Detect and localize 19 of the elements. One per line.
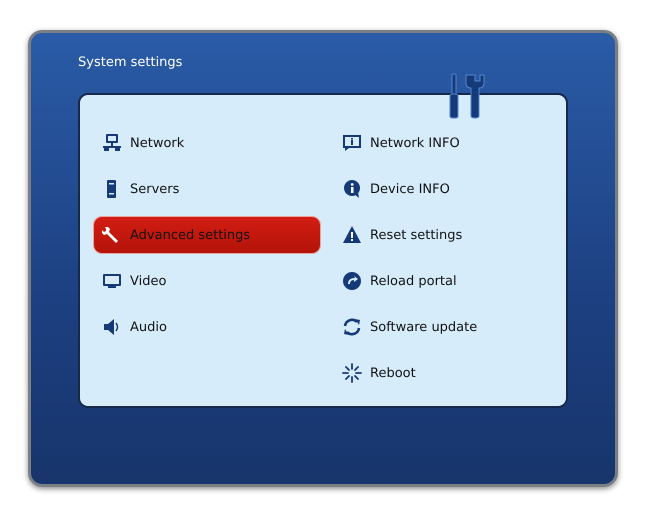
network-icon bbox=[102, 133, 122, 153]
info-bubble-icon bbox=[342, 133, 362, 153]
menu-item[interactable]: Video bbox=[94, 263, 320, 299]
menu-item[interactable]: Network INFO bbox=[334, 125, 560, 161]
menu-item[interactable]: Servers bbox=[94, 171, 320, 207]
menu-item[interactable]: Reboot bbox=[334, 355, 560, 391]
menu-item[interactable]: Audio bbox=[94, 309, 320, 345]
menu-item[interactable]: Reload portal bbox=[334, 263, 560, 299]
refresh-icon bbox=[342, 317, 362, 337]
warning-icon bbox=[342, 225, 362, 245]
menu-item[interactable]: Device INFO bbox=[334, 171, 560, 207]
menu-item[interactable]: Network bbox=[94, 125, 320, 161]
info-icon bbox=[342, 179, 362, 199]
menu-item[interactable]: Reset settings bbox=[334, 217, 560, 253]
spinner-icon bbox=[342, 363, 362, 383]
window-title: System settings bbox=[78, 55, 184, 71]
monitor-icon bbox=[102, 271, 122, 291]
menu-item[interactable]: Software update bbox=[334, 309, 560, 345]
tools-icon bbox=[448, 73, 486, 119]
